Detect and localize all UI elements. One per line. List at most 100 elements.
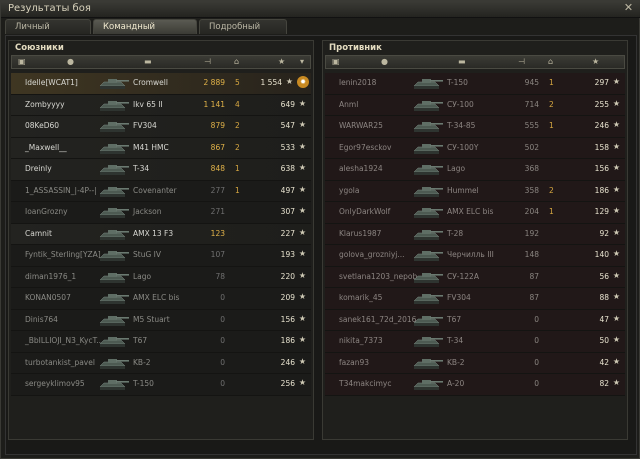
player-name[interactable]: lenin2018 xyxy=(339,78,376,87)
player-name[interactable]: Zombyyyy xyxy=(25,100,65,109)
table-row[interactable]: nikita_7373 T-34 0 50 ★ xyxy=(325,331,625,353)
table-row[interactable]: KONAN0507 AMX ELC bis 0 209 ★ xyxy=(11,288,311,310)
squad-icon[interactable]: ▣ xyxy=(332,57,340,66)
table-row[interactable]: 08KeD60 FV304 879 2 547 ★ xyxy=(11,116,311,138)
damage-value: 0 xyxy=(220,293,225,302)
table-row[interactable]: WARWAR25 T-34-85 555 1 246 ★ xyxy=(325,116,625,138)
table-row[interactable]: 1_ASSASSIN_|-4P--| Covenanter 277 1 497 … xyxy=(11,180,311,202)
player-name[interactable]: turbotankist_pavel xyxy=(25,358,95,367)
xp-column-icon[interactable]: ★ xyxy=(592,57,599,66)
player-name[interactable]: Dreinly xyxy=(25,164,52,173)
player-name[interactable]: IoanGrozny xyxy=(25,207,68,216)
player-name[interactable]: komarik_45 xyxy=(339,293,382,302)
tank-icon xyxy=(413,122,443,132)
allies-rows: Idelle[WCAT1] Cromwell 2 889 5 1 554 ★ ✹ … xyxy=(11,73,311,396)
table-row[interactable]: Dreinly T-34 848 1 638 ★ xyxy=(11,159,311,181)
tank-icon xyxy=(99,143,129,154)
damage-value: 555 xyxy=(524,121,539,130)
frags-column-icon[interactable]: ⌂ xyxy=(548,57,553,66)
table-row[interactable]: Idelle[WCAT1] Cromwell 2 889 5 1 554 ★ ✹ xyxy=(11,73,311,95)
player-name[interactable]: Idelle[WCAT1] xyxy=(25,78,78,87)
player-name[interactable]: diman1976_1 xyxy=(25,272,76,281)
table-row[interactable]: Egor97esckov СУ-100Y 502 158 ★ xyxy=(325,137,625,159)
player-name[interactable]: Egor97esckov xyxy=(339,143,391,152)
player-name[interactable]: _BbILLIOJI_N3_KycT... xyxy=(25,336,103,345)
squad-icon[interactable]: ▣ xyxy=(18,57,26,66)
player-column-icon[interactable]: ● xyxy=(381,57,388,66)
player-name[interactable]: 08KeD60 xyxy=(25,121,59,130)
tank-name: A-20 xyxy=(447,379,465,388)
player-name[interactable]: Fyntik_Sterling[YZA] xyxy=(25,250,101,259)
damage-value: 714 xyxy=(524,99,539,109)
player-name[interactable]: sergeyklimov95 xyxy=(25,379,85,388)
player-name[interactable]: Dinis764 xyxy=(25,315,58,324)
player-name[interactable]: T34makcimyc xyxy=(339,379,391,388)
xp-value: 158 xyxy=(594,142,609,152)
close-button[interactable]: ✕ xyxy=(622,2,635,14)
table-row[interactable]: T34makcimyc A-20 0 82 ★ xyxy=(325,374,625,396)
table-row[interactable]: _BbILLIOJI_N3_KycT... T67 0 186 ★ xyxy=(11,331,311,353)
table-row[interactable]: alesha1924 Lago 368 156 ★ xyxy=(325,159,625,181)
player-name[interactable]: sanek161_72d_2016 xyxy=(339,315,416,324)
table-row[interactable]: _Maxwell__ M41 HMC 867 2 533 ★ xyxy=(11,137,311,159)
tab-detailed-report[interactable]: Подробный отчёт xyxy=(199,19,287,47)
xp-column-icon[interactable]: ★ xyxy=(278,57,285,66)
player-name[interactable]: _Maxwell__ xyxy=(25,143,67,152)
player-name[interactable]: alesha1924 xyxy=(339,164,383,173)
tab-personal-result[interactable]: Личный результат xyxy=(5,19,91,47)
table-row[interactable]: sergeyklimov95 T-150 0 256 ★ xyxy=(11,374,311,396)
player-name[interactable]: fazan93 xyxy=(339,358,369,367)
player-name[interactable]: ygola xyxy=(339,186,359,195)
tank-name: T67 xyxy=(447,314,462,324)
player-name[interactable]: 1_ASSASSIN_|-4P--| xyxy=(25,186,97,195)
medal-column-icon[interactable]: ▾ xyxy=(300,57,304,66)
table-row[interactable]: Camnit AMX 13 F3 123 227 ★ xyxy=(11,223,311,245)
tab-team-result[interactable]: Командный результат xyxy=(93,19,197,47)
star-icon: ★ xyxy=(612,378,620,387)
table-row[interactable]: ygola Hummel 358 2 186 ★ xyxy=(325,180,625,202)
table-row[interactable]: Zombyyyy Ikv 65 II 1 141 4 649 ★ xyxy=(11,94,311,116)
player-name[interactable]: KONAN0507 xyxy=(25,293,71,302)
tank-column-icon[interactable]: ▬ xyxy=(458,57,466,66)
tank-icon xyxy=(99,186,129,197)
medal-badge-icon[interactable]: ✹ xyxy=(297,76,309,88)
damage-column-icon[interactable]: ⊣ xyxy=(518,57,525,66)
player-name[interactable]: Klarus1987 xyxy=(339,229,381,238)
frags-value: 1 xyxy=(235,164,240,173)
table-row[interactable]: Anml СУ-100 714 2 255 ★ xyxy=(325,94,625,116)
table-row[interactable]: Klarus1987 T-28 192 92 ★ xyxy=(325,223,625,245)
star-icon: ★ xyxy=(298,227,306,237)
table-row[interactable]: Fyntik_Sterling[YZA] StuG IV 107 193 ★ xyxy=(11,245,311,267)
table-row[interactable]: sanek161_72d_2016 T67 0 47 ★ xyxy=(325,309,625,331)
damage-value: 848 xyxy=(210,164,225,173)
table-row[interactable]: golova_grozniyj... Черчилль III 148 140 … xyxy=(325,245,625,267)
table-row[interactable]: OnlyDarkWolf AMX ELC bis 204 1 129 ★ xyxy=(325,202,625,224)
table-row[interactable]: svetlana1203_nepob... СУ-122А 87 56 ★ xyxy=(325,266,625,288)
tank-name: T-34-85 xyxy=(447,121,476,130)
player-name[interactable]: nikita_7373 xyxy=(339,336,383,345)
xp-value: 297 xyxy=(594,78,609,87)
damage-value: 358 xyxy=(524,185,539,195)
player-name[interactable]: golova_grozniyj... xyxy=(339,250,405,259)
table-row[interactable]: Dinis764 M5 Stuart 0 156 ★ xyxy=(11,309,311,331)
table-row[interactable]: lenin2018 T-150 945 1 297 ★ xyxy=(325,73,625,95)
tank-name: T-34 xyxy=(133,164,150,173)
player-name[interactable]: Camnit xyxy=(25,229,52,238)
player-name[interactable]: Anml xyxy=(339,100,358,109)
player-name[interactable]: OnlyDarkWolf xyxy=(339,207,390,216)
tank-name: M41 HMC xyxy=(133,142,169,152)
player-name[interactable]: WARWAR25 xyxy=(339,121,383,130)
damage-column-icon[interactable]: ⊣ xyxy=(204,57,211,66)
damage-value: 867 xyxy=(210,142,225,152)
enemies-column-header: ▣ ● ▬ ⊣ ⌂ ★ xyxy=(325,55,625,69)
frags-column-icon[interactable]: ⌂ xyxy=(234,57,239,66)
table-row[interactable]: komarik_45 FV304 87 88 ★ xyxy=(325,288,625,310)
table-row[interactable]: fazan93 KB-2 0 42 ★ xyxy=(325,352,625,374)
table-row[interactable]: IoanGrozny Jackson 271 307 ★ xyxy=(11,202,311,224)
damage-value: 277 xyxy=(210,185,225,195)
table-row[interactable]: turbotankist_pavel KB-2 0 246 ★ xyxy=(11,352,311,374)
player-column-icon[interactable]: ● xyxy=(67,57,74,66)
tank-column-icon[interactable]: ▬ xyxy=(144,57,152,66)
damage-value: 0 xyxy=(220,357,225,367)
table-row[interactable]: diman1976_1 Lago 78 220 ★ xyxy=(11,266,311,288)
